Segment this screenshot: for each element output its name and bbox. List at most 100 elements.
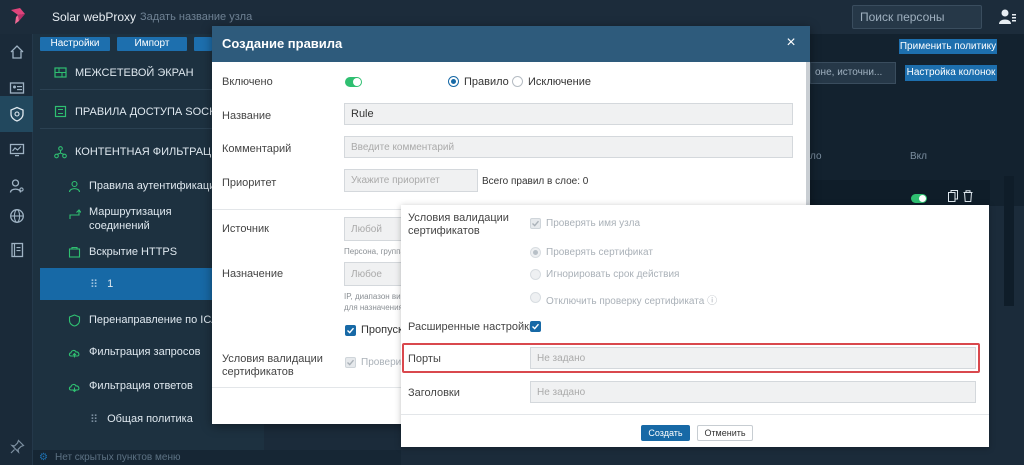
drag-handle-icon[interactable]: ⠿	[90, 278, 98, 291]
nav-item-label: Вскрытие HTTPS	[89, 246, 178, 258]
home-icon	[10, 45, 23, 59]
nav-item-label: Общая политика	[107, 413, 193, 425]
close-icon[interactable]: ×	[784, 35, 798, 51]
check-host-label: Провери	[361, 357, 402, 368]
cancel-button[interactable]: Отменить	[697, 425, 753, 441]
rail-monitoring[interactable]	[0, 132, 33, 168]
monitor-chart-icon	[9, 143, 24, 157]
settings-button[interactable]: Настройки	[40, 37, 110, 51]
rule-radio[interactable]	[448, 76, 459, 87]
rules-search-input[interactable]: оне, источни...	[810, 62, 896, 84]
cert-settings-panel: Условия валидации сертификатов Проверять…	[401, 205, 989, 447]
firewall-icon	[54, 67, 67, 78]
advanced-settings-label: Расширенные настройки	[408, 321, 536, 333]
advanced-settings-checkbox[interactable]	[530, 321, 541, 332]
auth-user-icon	[68, 180, 81, 192]
check-cert-radio[interactable]	[530, 247, 541, 258]
source-hint: Персона, группа	[344, 247, 405, 256]
nav-item-layer[interactable]: ⠿ 1	[40, 268, 212, 300]
routing-icon	[69, 209, 81, 219]
exception-radio[interactable]	[512, 76, 523, 87]
ignore-expiry-label: Игнорировать срок действия	[546, 269, 680, 280]
book-icon	[10, 242, 23, 258]
columns-settings-button[interactable]: Настройка колонок	[905, 65, 997, 81]
background-scrollbar[interactable]	[1004, 176, 1014, 306]
hidden-items-label: Нет скрытых пунктов меню	[55, 452, 181, 463]
hidden-items-bar[interactable]: ⚙ Нет скрытых пунктов меню	[33, 450, 401, 465]
check-icon	[532, 323, 540, 330]
footer-divider	[401, 414, 989, 415]
exception-radio-label: Исключение	[528, 76, 591, 88]
destination-hint-2: для назначения	[344, 303, 403, 312]
node-name-field[interactable]: Задать название узла	[140, 11, 252, 23]
check-host-checkbox-disabled	[345, 357, 356, 368]
trash-icon[interactable]	[963, 190, 973, 202]
gear-icon: ⚙	[39, 452, 48, 463]
ports-input[interactable]: Не задано	[530, 347, 976, 369]
enabled-toggle[interactable]	[345, 77, 362, 87]
nav-item-label: Фильтрация запросов	[89, 346, 201, 358]
source-input[interactable]: Любой	[344, 217, 404, 241]
rail-pin[interactable]	[0, 429, 33, 465]
total-rules-text: Всего правил в слое: 0	[482, 176, 589, 187]
copy-icon[interactable]	[948, 190, 958, 202]
nav-item-label: Перенаправление по ICAP	[89, 314, 226, 326]
comment-input[interactable]: Введите комментарий	[344, 136, 793, 158]
check-icon	[532, 220, 540, 227]
app-title: Solar webProxy	[52, 10, 137, 24]
https-icon	[68, 246, 81, 258]
dialog-scrollbar[interactable]	[806, 62, 810, 220]
rail-home[interactable]	[0, 34, 33, 70]
column-header: ло	[810, 151, 822, 162]
icap-shield-icon	[68, 313, 81, 327]
destination-input[interactable]: Любое	[344, 262, 404, 286]
icon-rail	[0, 34, 33, 465]
cloud-download-icon	[68, 383, 80, 392]
disable-check-radio[interactable]	[530, 292, 541, 303]
disable-check-label: Отключить проверку сертификата ⓘ	[546, 296, 718, 307]
user-key-icon	[9, 179, 24, 193]
id-card-icon	[9, 82, 24, 94]
logo-icon[interactable]	[8, 6, 28, 26]
cert-conditions-label: Условия валидации сертификатов	[408, 212, 509, 238]
column-header-enabled: Вкл	[910, 151, 927, 162]
pin-icon	[9, 439, 25, 454]
ports-label: Порты	[408, 353, 441, 365]
drag-handle-icon[interactable]: ⠿	[90, 413, 98, 426]
pass-checkbox[interactable]	[345, 325, 356, 336]
destination-label: Назначение	[222, 268, 284, 280]
user-menu-icon[interactable]	[998, 8, 1016, 26]
create-button[interactable]: Создать	[641, 425, 690, 441]
nav-item-label: Контентная фильтрация	[75, 146, 228, 158]
ignore-expiry-radio[interactable]	[530, 269, 541, 280]
priority-input[interactable]: Укажите приоритет	[344, 169, 478, 192]
shield-icon	[9, 106, 24, 122]
cert-conditions-label: Условия валидации сертификатов	[222, 353, 323, 379]
cert-conditions-line-1: Условия валидации	[408, 212, 509, 224]
apply-policy-button[interactable]: Применить политику	[899, 39, 997, 54]
check-icon	[347, 359, 355, 366]
check-cert-label: Проверять сертификат	[546, 247, 653, 258]
name-input[interactable]: Rule	[344, 103, 793, 125]
socks-icon	[54, 105, 67, 118]
nav-item-label: Межсетевой экран	[75, 66, 194, 79]
row-enabled-toggle[interactable]	[911, 194, 927, 203]
cert-conditions-line-1: Условия валидации	[222, 353, 323, 365]
nav-item-label: Правила аутентификации	[89, 180, 222, 192]
content-filter-icon	[54, 145, 67, 158]
headers-input[interactable]: Не задано	[530, 381, 976, 403]
import-button[interactable]: Импорт	[117, 37, 187, 51]
cert-conditions-line-2: сертификатов	[408, 225, 480, 237]
person-search-input[interactable]: Поиск персоны	[852, 5, 982, 29]
check-host-checkbox[interactable]	[530, 218, 541, 229]
rail-docs[interactable]	[0, 232, 33, 268]
rail-security[interactable]	[0, 96, 33, 132]
source-label: Источник	[222, 223, 269, 235]
rule-radio-label: Правило	[464, 76, 509, 88]
enabled-label: Включено	[222, 76, 273, 88]
destination-hint: IP, диапазон ви	[344, 292, 401, 301]
rail-network[interactable]	[0, 198, 33, 234]
check-icon	[347, 327, 355, 334]
nav-item-label: 1	[107, 278, 114, 290]
nav-extra-button[interactable]	[194, 37, 212, 51]
